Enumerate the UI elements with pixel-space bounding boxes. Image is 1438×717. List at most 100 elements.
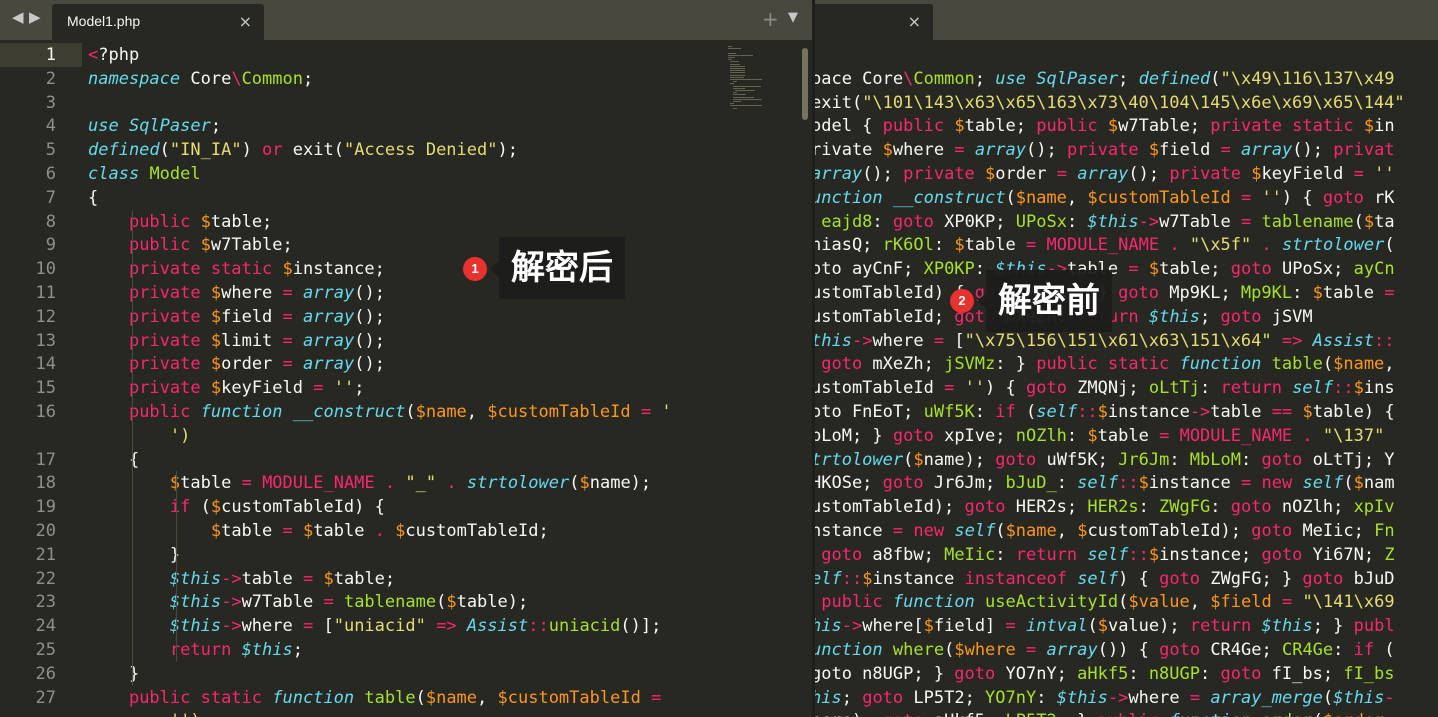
scrollbar-thumb[interactable] (802, 48, 808, 120)
code-token: = (302, 568, 314, 589)
code-token: $customTableId (1087, 187, 1231, 208)
code-token: or (262, 140, 283, 161)
code-token: $this (1087, 211, 1139, 232)
code-token: ; (841, 687, 863, 708)
code-token: YO7nY; (995, 663, 1078, 684)
code-line: public $w7Table; (88, 233, 293, 257)
code-token: - (1384, 687, 1395, 708)
new-tab-button[interactable]: + (762, 7, 779, 31)
vertical-scrollbar[interactable] (800, 40, 810, 717)
close-tab-icon[interactable]: × (239, 12, 252, 31)
code-line: HKOSe; goto Jr6Jm; bJuD_: self::$instanc… (815, 471, 1395, 495)
code-token: array (303, 283, 355, 303)
code-token: return (1015, 544, 1078, 565)
code-line: $ table = MODULE_NAME . "_" . strtolower(… (88, 471, 651, 495)
code-token: goto (1261, 449, 1303, 470)
code-line: odel { public $table; public $w7Table; p… (815, 114, 1395, 138)
code-token: Assist (1312, 330, 1375, 351)
code-token: = (1240, 473, 1252, 494)
close-tab-icon[interactable]: × (908, 12, 921, 31)
code-token: $ (210, 306, 222, 327)
code-token: $ (1353, 378, 1364, 399)
code-token: aHkf5; (924, 711, 1006, 717)
code-token: ustomTableId; (815, 306, 955, 327)
minimap[interactable] (724, 40, 798, 717)
callout-badge-1: 1 (463, 257, 487, 281)
code-token: goto (1026, 378, 1067, 399)
code-token: defined (1138, 68, 1211, 89)
code-line: goto mXeZh; jSVMz: } public static funct… (815, 352, 1394, 376)
code-line: his->where[$field] = intval($value); ret… (815, 614, 1395, 638)
code-token: $field (1210, 592, 1272, 613)
code-token: . (1261, 235, 1272, 256)
code-token: $ (985, 164, 996, 184)
line-number: 13 (35, 330, 56, 351)
code-token: $ (282, 259, 293, 280)
code-token: $ (1363, 211, 1375, 232)
code-token: ( (1118, 592, 1129, 613)
code-token: ( (1005, 187, 1016, 208)
code-token: ayCn (1353, 259, 1395, 280)
tab-model1-php[interactable]: Model1.php × (52, 4, 264, 40)
code-token: private static (128, 259, 273, 280)
code-token: tablename (1261, 211, 1354, 232)
encrypted-code-area[interactable]: pace Core\Common; use SqlPaser; defined(… (815, 40, 1438, 717)
previous-tab-icon[interactable]: ◀ (12, 8, 24, 26)
tab-encrypted-file[interactable]: × (815, 4, 933, 40)
code-token: $this (1148, 306, 1201, 327)
code-token: publ (1353, 616, 1395, 637)
minimap-line (732, 101, 741, 102)
code-token: $ (1138, 473, 1149, 494)
code-token: where (241, 616, 303, 637)
line-number: 14 (35, 354, 56, 375)
code-token: ( (1384, 235, 1395, 256)
code-token: array (303, 330, 355, 351)
code-token: mXeZh; (862, 354, 945, 375)
code-token: , (477, 687, 498, 708)
code-token: function (892, 592, 975, 613)
code-token: [ (944, 330, 965, 351)
code-token: array (974, 140, 1027, 161)
code-token: $this (1333, 687, 1385, 708)
code-token: rK6Ol (882, 235, 934, 256)
decrypted-code-area[interactable]: <?php namespace Core\Common; use SqlPaser;… (88, 40, 720, 717)
indent-guide (132, 209, 133, 686)
code-token: table; (333, 568, 396, 589)
code-token: "IN_IA" (169, 140, 242, 161)
code-token: (); (354, 354, 385, 375)
code-line: use SqlPaser; (88, 114, 221, 138)
code-line: } (88, 543, 180, 567)
code-token: w7Table (1159, 211, 1241, 232)
code-token: (); (862, 164, 904, 184)
minimap-line (735, 90, 755, 91)
code-line: trtolower($name); goto uWf5K; Jr6Jm: MbL… (815, 448, 1395, 472)
minimap-line (730, 103, 735, 105)
code-line: rivate $where = array(); private $field … (815, 138, 1395, 162)
next-tab-icon[interactable]: ▶ (29, 8, 41, 26)
code-token: :: (1077, 402, 1098, 422)
code-token: ()]; (620, 616, 662, 637)
line-number: 12 (35, 306, 56, 327)
code-line: his; goto LP5T2; YO7nY: $this->where = a… (815, 686, 1395, 710)
code-token: function (272, 687, 355, 708)
code-line: class Model (88, 162, 201, 186)
tab-list-dropdown-icon[interactable]: ▼ (788, 10, 798, 25)
code-token: self (954, 521, 996, 541)
code-token: return (169, 640, 232, 660)
code-token: public (1098, 711, 1159, 717)
code-token: Mp9KL (1240, 283, 1293, 303)
code-token: : (1200, 378, 1221, 399)
minimap-line (728, 57, 735, 58)
code-token: ins (1363, 378, 1395, 399)
code-token: = (282, 354, 293, 375)
code-token: table (964, 235, 1026, 256)
